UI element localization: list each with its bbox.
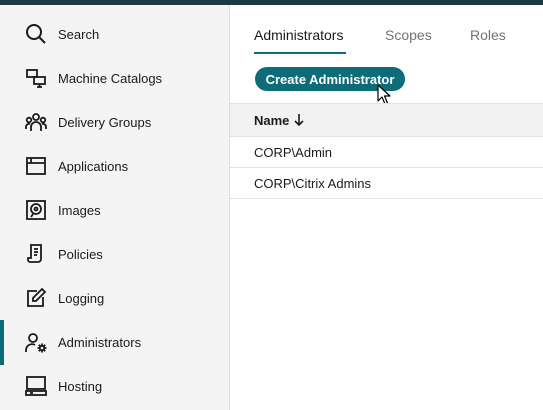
table-header: Name <box>230 103 543 137</box>
tab-administrators[interactable]: Administrators <box>254 27 343 43</box>
sidebar: Search Machine Catalogs Delivery Groups … <box>0 5 230 410</box>
sidebar-item-label: Policies <box>58 246 103 262</box>
logging-icon <box>24 286 48 310</box>
applications-icon <box>24 154 48 178</box>
delivery-groups-icon <box>24 110 48 134</box>
sidebar-item-applications[interactable]: Applications <box>0 146 229 186</box>
sidebar-item-hosting[interactable]: Hosting <box>0 366 229 406</box>
sidebar-item-label: Search <box>58 26 100 42</box>
sidebar-item-label: Images <box>58 202 101 218</box>
policies-icon <box>24 242 48 266</box>
sidebar-item-label: Administrators <box>58 335 142 350</box>
machine-catalogs-icon <box>24 66 48 90</box>
sidebar-item-label: Machine Catalogs <box>58 70 163 86</box>
sidebar-item-label: Hosting <box>58 378 103 394</box>
sidebar-item-label: Logging <box>58 290 105 306</box>
tab-scopes[interactable]: Scopes <box>385 27 432 43</box>
sidebar-item-images[interactable]: Images <box>0 190 229 230</box>
images-icon <box>24 198 48 222</box>
main-content: Administrators Scopes Roles Create Admin… <box>230 5 543 410</box>
arrow-down-icon[interactable] <box>293 113 305 127</box>
sidebar-item-label: Applications <box>58 158 129 174</box>
sidebar-item-search[interactable]: Search <box>0 14 229 54</box>
administrators-icon <box>24 331 48 355</box>
column-header-name[interactable]: Name <box>254 113 289 128</box>
table-row[interactable]: CORP\Citrix Admins <box>230 168 543 199</box>
sidebar-item-logging[interactable]: Logging <box>0 278 229 318</box>
active-indicator <box>0 320 4 365</box>
sidebar-item-administrators[interactable]: Administrators <box>0 320 229 365</box>
admin-name-cell: CORP\Admin <box>254 145 333 160</box>
table-row[interactable]: CORP\Admin <box>230 137 543 168</box>
sidebar-item-machine-catalogs[interactable]: Machine Catalogs <box>0 58 229 98</box>
search-icon <box>24 22 48 46</box>
hosting-icon <box>24 374 48 398</box>
tab-roles[interactable]: Roles <box>470 27 506 43</box>
create-administrator-button[interactable]: Create Administrator <box>255 67 405 91</box>
sidebar-item-delivery-groups[interactable]: Delivery Groups <box>0 102 229 142</box>
admin-name-cell: CORP\Citrix Admins <box>254 176 372 191</box>
active-tab-underline <box>254 52 346 54</box>
sidebar-item-label: Delivery Groups <box>58 114 152 130</box>
sidebar-item-policies[interactable]: Policies <box>0 234 229 274</box>
